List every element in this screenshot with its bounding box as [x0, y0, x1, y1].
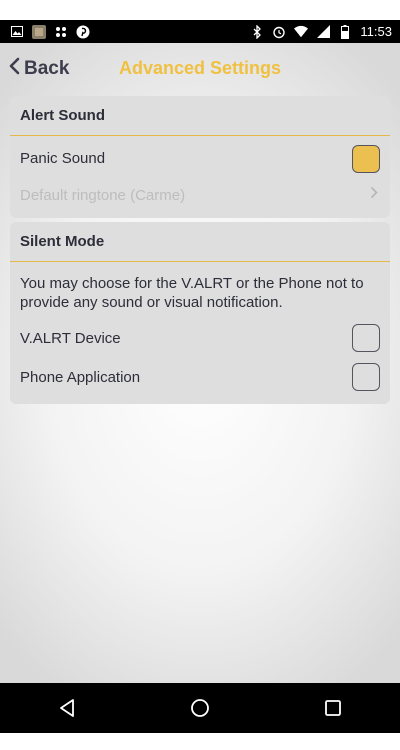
status-bar: 11:53 — [0, 20, 400, 43]
panic-sound-checkbox[interactable] — [352, 144, 380, 173]
status-left-icons — [10, 24, 90, 39]
alert-sound-header: Alert Sound — [10, 96, 390, 136]
valrt-device-row[interactable]: V.ALRT Device — [10, 318, 390, 358]
valrt-device-checkbox[interactable] — [352, 324, 380, 352]
recents-square-icon[interactable] — [308, 688, 358, 728]
chevron-right-icon — [370, 186, 378, 204]
app-thumbnail-icon — [32, 24, 46, 39]
phone-application-row[interactable]: Phone Application — [10, 358, 390, 396]
phone-application-checkbox[interactable] — [352, 363, 380, 391]
bluetooth-icon — [250, 24, 264, 39]
android-navigation-bar — [0, 683, 400, 733]
ringtone-row[interactable]: Default ringtone (Carme) — [10, 181, 390, 209]
alert-sound-section: Alert Sound Panic Sound Default ringtone… — [10, 96, 390, 218]
panic-sound-label: Panic Sound — [20, 150, 106, 167]
page-title: Advanced Settings — [118, 58, 282, 78]
status-time: 11:53 — [360, 24, 392, 39]
silent-mode-section: Silent Mode You may choose for the V.ALR… — [10, 222, 390, 404]
home-circle-icon[interactable] — [175, 688, 225, 728]
alarm-icon — [272, 25, 286, 39]
app-content: Back Advanced Settings Alert Sound Panic… — [0, 43, 400, 683]
panic-sound-row[interactable]: Panic Sound — [10, 136, 390, 181]
silent-mode-header: Silent Mode — [10, 222, 390, 262]
silent-mode-description: You may choose for the V.ALRT or the Pho… — [20, 275, 364, 311]
wifi-icon — [294, 25, 309, 39]
image-icon — [10, 25, 24, 39]
dots-icon — [54, 25, 68, 39]
status-right-icons: 11:53 — [250, 24, 392, 39]
phone-application-label: Phone Application — [20, 368, 141, 386]
ringtone-label: Default ringtone (Carme) — [20, 186, 186, 204]
signal-icon — [316, 25, 330, 39]
back-triangle-icon[interactable] — [42, 688, 92, 728]
valrt-device-label: V.ALRT Device — [20, 329, 121, 347]
navigation-bar: Back Advanced Settings — [0, 43, 400, 95]
pinterest-icon — [76, 25, 90, 39]
battery-icon — [338, 24, 352, 39]
